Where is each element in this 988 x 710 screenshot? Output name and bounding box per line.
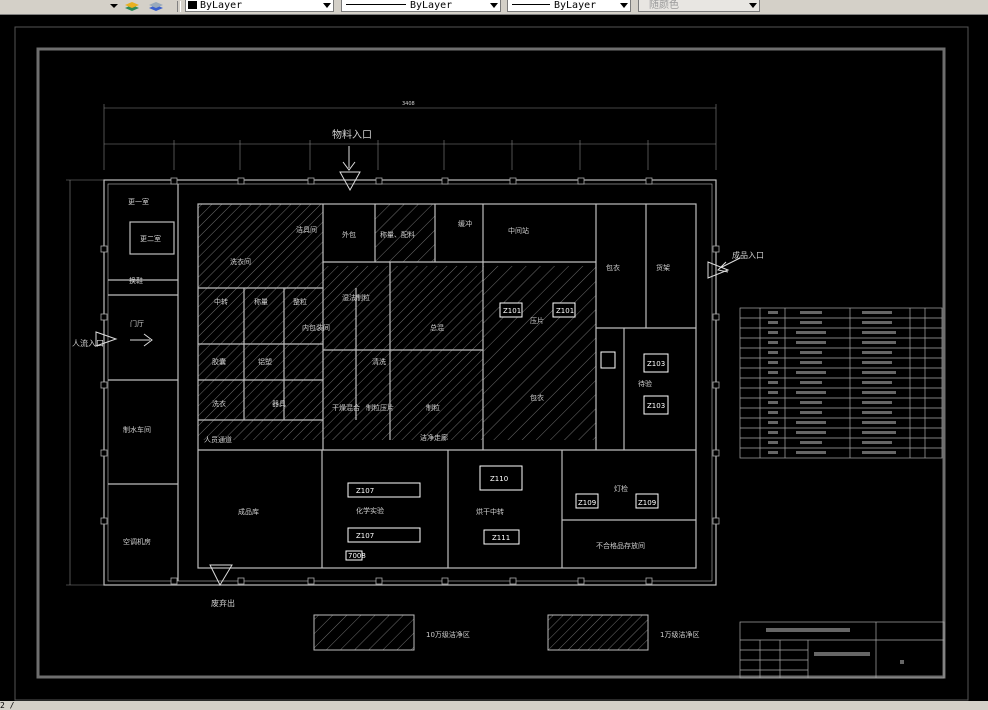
- people-entry-label: 人流入口: [72, 338, 104, 348]
- room-label: 胶囊: [212, 357, 226, 366]
- waste-exit-label: 废弃出: [211, 598, 235, 608]
- chevron-down-icon[interactable]: [748, 0, 758, 11]
- room-label: 人员通道: [204, 435, 232, 444]
- room-label: 湿法制粒: [342, 293, 370, 302]
- room-label: 干燥混合: [332, 403, 360, 412]
- title-block-text-placeholder: [766, 628, 904, 664]
- equipment-tag: Z107: [356, 532, 374, 540]
- equipment-tag: Z109: [578, 499, 596, 507]
- chevron-down-icon[interactable]: [619, 0, 629, 11]
- room-label: 压片: [530, 316, 544, 325]
- plotstyle-combo[interactable]: 随颜色: [638, 0, 760, 12]
- room-label: 制粒压片: [366, 403, 394, 412]
- status-bar: 2 /: [0, 701, 988, 710]
- room-label: 器具: [272, 400, 286, 408]
- room-label: 换鞋: [129, 276, 143, 285]
- color-swatch: [188, 1, 197, 9]
- room-label: 铝塑: [258, 357, 272, 366]
- material-entry-label: 物料入口: [332, 128, 372, 141]
- toolbar-separator: [177, 1, 181, 12]
- room-label: 内包装间: [302, 323, 330, 332]
- room-label: 总混: [430, 323, 444, 332]
- color-combo[interactable]: ByLayer: [185, 0, 334, 12]
- room-label: 称量、配料: [380, 230, 415, 239]
- lineweight-combo-value: ByLayer: [554, 0, 597, 11]
- finished-goods-entry-label: 成品入口: [732, 250, 764, 260]
- layer-manager-icon[interactable]: [124, 0, 140, 12]
- room-label: 更二室: [140, 234, 161, 243]
- room-label: 空调机房: [123, 537, 151, 546]
- room-label: 包衣: [530, 393, 544, 402]
- legend-label-100k: 10万级洁净区: [426, 630, 470, 639]
- chevron-down-icon[interactable]: [489, 0, 499, 11]
- color-combo-value: ByLayer: [200, 0, 243, 11]
- equipment-tag: Z103: [647, 402, 665, 410]
- room-label: 化学实验: [356, 506, 384, 515]
- legend-swatch-10k: [547, 614, 649, 651]
- room-label: 包衣: [606, 263, 620, 272]
- overall-dimension: 3408: [402, 101, 415, 107]
- room-label: 制水车间: [123, 425, 151, 434]
- room-label: 制粒: [426, 403, 440, 412]
- equipment-tag: Z109: [638, 499, 656, 507]
- room-label: 货架: [656, 263, 670, 272]
- plotstyle-combo-value: 随颜色: [649, 0, 679, 11]
- room-label: 缓冲: [458, 219, 472, 228]
- room-label: 成品库: [238, 507, 259, 516]
- legend-label-10k: 1万级洁净区: [660, 630, 699, 639]
- room-label: 整粒: [293, 297, 307, 306]
- room-label: 洗衣间: [230, 257, 251, 266]
- room-label: 称量: [254, 297, 268, 306]
- room-label: 外包: [342, 230, 356, 239]
- room-label: 洁净走廊: [420, 433, 448, 442]
- table-text-placeholder: [768, 311, 896, 454]
- room-label: 烘干中转: [476, 507, 504, 516]
- lineweight-preview: [512, 4, 550, 5]
- layer-dropdown-arrow[interactable]: [108, 0, 118, 12]
- equipment-tag: Z103: [647, 360, 665, 368]
- room-label: 更一室: [128, 197, 149, 206]
- equipment-tag: 7008: [348, 552, 366, 560]
- equipment-tag: Z101: [556, 307, 574, 315]
- room-label: 灯检: [614, 484, 628, 493]
- room-label: 门厅: [130, 319, 144, 328]
- status-text: 2 /: [0, 701, 15, 710]
- linetype-combo[interactable]: ByLayer: [341, 0, 501, 12]
- drawing-canvas[interactable]: 3408 物料入口 人流入口 成品入口 废弃出 Z101 Z101 Z103 Z…: [0, 14, 988, 701]
- room-label: 洁具间: [296, 225, 317, 234]
- chevron-down-icon[interactable]: [322, 0, 332, 11]
- properties-toolbar: ByLayer ByLayer ByLayer 随颜色: [0, 0, 988, 15]
- legend-swatch-100k: [313, 614, 415, 651]
- equipment-tag: Z110: [490, 475, 508, 483]
- lineweight-combo[interactable]: ByLayer: [507, 0, 631, 12]
- layer-previous-icon[interactable]: [148, 0, 164, 12]
- linetype-preview: [346, 4, 406, 5]
- equipment-tag: Z101: [503, 307, 521, 315]
- room-label: 不合格品存放间: [596, 541, 645, 550]
- room-label: 洗衣: [212, 399, 226, 408]
- room-label: 中间站: [508, 226, 529, 235]
- equipment-tag: Z111: [492, 534, 510, 542]
- equipment-tag: Z107: [356, 487, 374, 495]
- room-label: 中转: [214, 297, 228, 306]
- clean-zone-100k: [483, 266, 596, 440]
- linetype-combo-value: ByLayer: [410, 0, 453, 11]
- zone-legend: 10万级洁净区 1万级洁净区: [313, 614, 699, 651]
- room-label: 清洗: [372, 357, 386, 366]
- room-label: 待验: [638, 379, 652, 388]
